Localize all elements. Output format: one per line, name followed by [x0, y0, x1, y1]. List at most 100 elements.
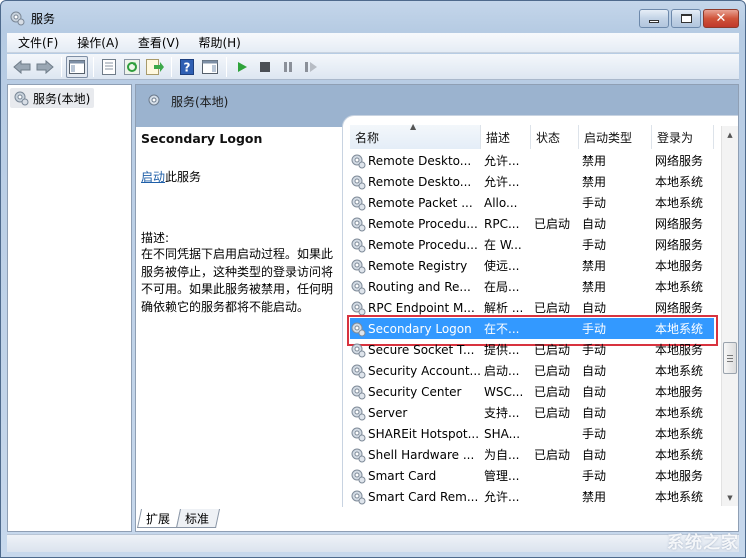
forward-button[interactable] — [34, 56, 56, 78]
service-row[interactable]: Secure Socket T... 提供... 已启动 手动 本地服务 — [350, 339, 714, 360]
menu-action[interactable]: 操作(A) — [66, 34, 127, 51]
service-name: Remote Procedu... — [368, 216, 478, 231]
column-header-description[interactable]: 描述 — [481, 125, 531, 149]
service-name: Remote Registry — [368, 258, 468, 273]
service-gear-icon — [351, 196, 366, 210]
service-description-cell: 允许... — [484, 490, 520, 504]
services-window: 服务 ✕ 文件(F) 操作(A) 查看(V) 帮助(H) ? 服务(本地) 服务… — [0, 0, 746, 558]
tab-extended[interactable]: 扩展 — [136, 509, 182, 528]
properties-button[interactable] — [98, 56, 120, 78]
service-logon-cell: 本地服务 — [655, 469, 704, 483]
show-hide-action-pane-button[interactable] — [199, 56, 221, 78]
service-logon-cell: 本地系统 — [655, 196, 704, 210]
resume-service-button[interactable] — [300, 56, 322, 78]
service-startup-type-cell: 禁用 — [582, 154, 607, 168]
sort-ascending-icon: ▲ — [410, 122, 417, 131]
export-list-button[interactable] — [144, 56, 166, 78]
back-button[interactable] — [11, 56, 33, 78]
tree-item-label: 服务(本地) — [33, 91, 91, 106]
help-button[interactable]: ? — [176, 56, 198, 78]
service-row[interactable]: Routing and Re... 在局... 禁用 本地系统 — [350, 276, 714, 297]
export-list-icon — [146, 58, 164, 75]
toolbar-separator — [171, 56, 172, 77]
service-row[interactable]: Remote Procedu... RPC... 已启动 自动 网络服务 — [350, 213, 714, 234]
service-gear-icon — [351, 385, 366, 399]
service-row[interactable]: SHAREit Hotspot... SHA... 手动 本地系统 — [350, 423, 714, 444]
column-header-status[interactable]: 状态 — [531, 125, 579, 149]
menu-file[interactable]: 文件(F) — [7, 34, 66, 51]
tab-standard[interactable]: 标准 — [175, 509, 221, 528]
service-gear-icon — [351, 154, 366, 168]
service-row[interactable]: Remote Deskto... 允许... 禁用 网络服务 — [350, 150, 714, 171]
start-service-link[interactable]: 启动 — [141, 170, 165, 184]
service-row[interactable]: Remote Procedu... 在 W... 手动 网络服务 — [350, 234, 714, 255]
refresh-button[interactable] — [121, 56, 143, 78]
service-description-cell: 在不... — [484, 322, 520, 336]
properties-icon — [102, 58, 116, 75]
column-header-name[interactable]: ▲ 名称 — [350, 122, 481, 149]
service-description-cell: 管理... — [484, 469, 520, 483]
service-name: RPC Endpoint M... — [368, 300, 475, 315]
start-service-button[interactable] — [231, 56, 253, 78]
services-main-pane: 服务(本地) Secondary Logon 启动此服务 描述: 在不同凭据下启… — [135, 84, 739, 532]
service-startup-type-cell: 自动 — [582, 406, 607, 420]
play-icon — [238, 61, 247, 72]
service-name-cell: Smart Card Rem... — [350, 489, 481, 505]
pause-service-button[interactable] — [277, 56, 299, 78]
service-description-cell: WSC... — [484, 384, 524, 399]
service-name-cell: Security Account... — [350, 363, 481, 379]
service-name: Remote Procedu... — [368, 237, 478, 252]
service-row[interactable]: Security Account... 启动... 已启动 自动 本地系统 — [350, 360, 714, 381]
service-gear-icon — [351, 322, 366, 336]
pause-icon — [284, 61, 292, 72]
service-row[interactable]: Remote Packet ... Allo... 手动 本地系统 — [350, 192, 714, 213]
service-startup-type-cell: 禁用 — [582, 259, 607, 273]
scroll-thumb[interactable] — [723, 342, 737, 374]
service-row[interactable]: Shell Hardware ... 为自... 已启动 自动 本地系统 — [350, 444, 714, 465]
scroll-down-arrow-icon[interactable]: ▼ — [722, 489, 738, 506]
services-gear-icon — [10, 11, 25, 26]
service-description-cell: SHA... — [484, 426, 521, 441]
service-description-cell: 使远... — [484, 259, 520, 273]
service-row[interactable]: RPC Endpoint M... 解析 ... 已启动 自动 网络服务 — [350, 297, 714, 318]
service-description-cell: 启动... — [484, 364, 520, 378]
service-row[interactable]: Remote Deskto... 允许... 禁用 本地系统 — [350, 171, 714, 192]
service-row[interactable]: Remote Registry 使远... 禁用 本地服务 — [350, 255, 714, 276]
service-gear-icon — [351, 490, 366, 504]
service-name-cell: Smart Card — [350, 468, 481, 484]
vertical-scrollbar[interactable]: ▲ ▼ — [721, 126, 738, 506]
maximize-button[interactable] — [671, 9, 701, 28]
service-name-cell: SHAREit Hotspot... — [350, 426, 481, 442]
service-row-selected[interactable]: Secondary Logon 在不... 手动 本地系统 — [347, 315, 718, 346]
column-label: 描述 — [486, 130, 511, 145]
service-startup-type-cell: 禁用 — [582, 280, 607, 294]
column-header-startup-type[interactable]: 启动类型 — [579, 125, 652, 149]
service-rows: Remote Deskto... 允许... 禁用 网络服务 Remote Deskto… — [347, 150, 718, 507]
stop-service-button[interactable] — [254, 56, 276, 78]
show-hide-console-tree-button[interactable] — [66, 55, 88, 78]
minimize-button[interactable] — [639, 9, 669, 28]
service-gear-icon — [351, 301, 366, 315]
service-row[interactable]: Security Center WSC... 已启动 自动 本地服务 — [350, 381, 714, 402]
service-startup-type-cell: 自动 — [582, 364, 607, 378]
service-logon-cell: 本地服务 — [655, 343, 704, 357]
menu-help[interactable]: 帮助(H) — [187, 34, 248, 51]
service-row[interactable]: Smart Card Rem... 允许... 禁用 本地系统 — [350, 486, 714, 507]
tab-label: 标准 — [185, 511, 210, 526]
column-header-log-on-as[interactable]: 登录为 — [652, 125, 714, 149]
service-name: Smart Card Rem... — [368, 489, 479, 504]
tree-item-services-local[interactable]: 服务(本地) — [10, 88, 95, 108]
menu-view[interactable]: 查看(V) — [127, 34, 188, 51]
service-name: Remote Deskto... — [368, 153, 472, 168]
service-row[interactable]: Server 支持... 已启动 自动 本地系统 — [350, 402, 714, 423]
service-gear-icon — [351, 364, 366, 378]
service-row[interactable]: Smart Card 管理... 手动 本地服务 — [350, 465, 714, 486]
service-description-cell: 提供... — [484, 343, 520, 357]
title-bar[interactable]: 服务 ✕ — [1, 1, 745, 33]
service-gear-icon — [351, 238, 366, 252]
scroll-up-arrow-icon[interactable]: ▲ — [722, 126, 738, 143]
column-label: 启动类型 — [584, 130, 633, 145]
service-name-cell: Remote Registry — [350, 258, 481, 274]
close-button[interactable]: ✕ — [703, 9, 739, 28]
status-bar — [7, 534, 739, 552]
